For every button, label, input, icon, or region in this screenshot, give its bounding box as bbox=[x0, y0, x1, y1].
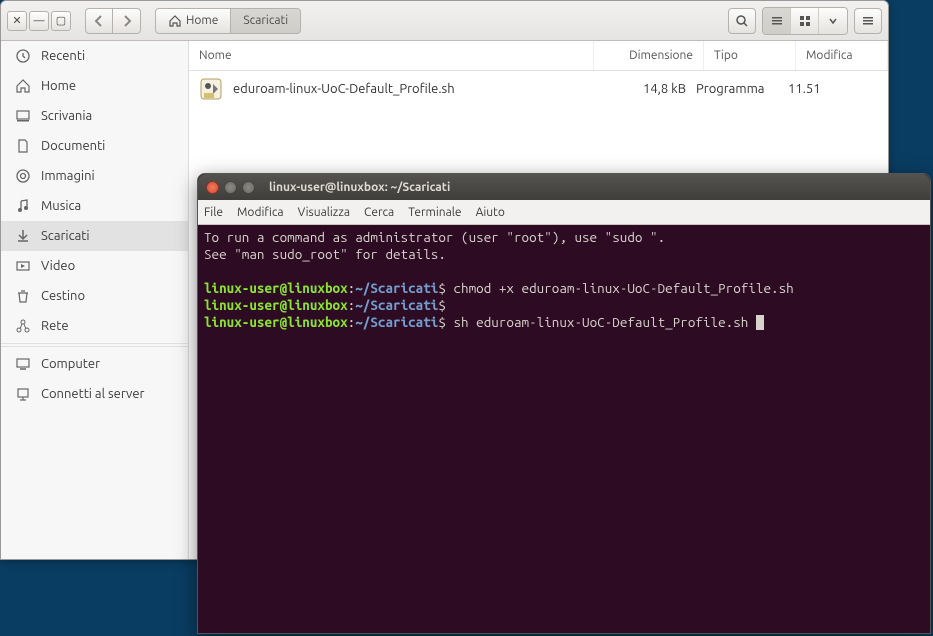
col-name[interactable]: Nome bbox=[189, 41, 594, 70]
clock-icon bbox=[15, 48, 31, 64]
sidebar-item-label: Musica bbox=[41, 199, 81, 213]
music-icon bbox=[15, 198, 31, 214]
terminal-menu-modifica[interactable]: Modifica bbox=[237, 206, 284, 219]
window-controls: ✕ — ▢ bbox=[7, 11, 71, 31]
breadcrumb-home-label: Home bbox=[186, 14, 218, 27]
close-button[interactable]: ✕ bbox=[7, 11, 27, 31]
sidebar-item-label: Scaricati bbox=[41, 229, 90, 243]
sidebar-item-download[interactable]: Scaricati bbox=[1, 221, 188, 251]
home-icon bbox=[168, 14, 182, 28]
file-type: Programma bbox=[696, 82, 788, 96]
sidebar-item-doc[interactable]: Documenti bbox=[1, 131, 188, 161]
forward-button[interactable] bbox=[113, 8, 141, 34]
terminal-close-button[interactable] bbox=[206, 181, 219, 194]
grid-view-button[interactable] bbox=[791, 8, 819, 34]
view-switcher bbox=[762, 7, 848, 35]
sidebar-item-label: Documenti bbox=[41, 139, 105, 153]
terminal-minimize-button[interactable] bbox=[224, 181, 237, 194]
sidebar-item-label: Home bbox=[41, 79, 76, 93]
column-headers: Nome Dimensione Tipo Modifica bbox=[189, 41, 888, 71]
sidebar-item-home[interactable]: Home bbox=[1, 71, 188, 101]
terminal-window: linux-user@linuxbox: ~/Scaricati File Mod… bbox=[197, 173, 931, 634]
download-icon bbox=[15, 228, 31, 244]
file-name: eduroam-linux-UoC-Default_Profile.sh bbox=[233, 82, 586, 96]
file-modified: 11.51 bbox=[788, 82, 880, 96]
breadcrumb-current[interactable]: Scaricati bbox=[231, 8, 301, 34]
minimize-button[interactable]: — bbox=[29, 11, 49, 31]
terminal-menu-visualizza[interactable]: Visualizza bbox=[298, 206, 350, 219]
script-icon bbox=[197, 75, 225, 103]
breadcrumb: Home Scaricati bbox=[155, 8, 301, 34]
terminal-titlebar[interactable]: linux-user@linuxbox: ~/Scaricati bbox=[198, 174, 930, 200]
server-icon bbox=[15, 386, 31, 402]
sidebar-item-label: Scrivania bbox=[41, 109, 92, 123]
terminal-title: linux-user@linuxbox: ~/Scaricati bbox=[269, 181, 450, 194]
sidebar-item-label: Rete bbox=[41, 319, 69, 333]
breadcrumb-current-label: Scaricati bbox=[243, 14, 288, 27]
sidebar-item-label: Video bbox=[41, 259, 75, 273]
list-view-button[interactable] bbox=[763, 8, 791, 34]
sidebar-item-network[interactable]: Rete bbox=[1, 311, 188, 341]
breadcrumb-home[interactable]: Home bbox=[155, 8, 231, 34]
computer-icon bbox=[15, 356, 31, 372]
sidebar-item-server[interactable]: Connetti al server bbox=[1, 379, 188, 409]
home-icon bbox=[15, 78, 31, 94]
terminal-window-controls bbox=[206, 181, 255, 194]
doc-icon bbox=[15, 138, 31, 154]
sidebar-item-image[interactable]: Immagini bbox=[1, 161, 188, 191]
menu-button[interactable] bbox=[854, 8, 882, 34]
sidebar-item-computer[interactable]: Computer bbox=[1, 349, 188, 379]
terminal-menu-terminale[interactable]: Terminale bbox=[408, 206, 461, 219]
file-size: 14,8 kB bbox=[586, 82, 696, 96]
video-icon bbox=[15, 258, 31, 274]
terminal-maximize-button[interactable] bbox=[242, 181, 255, 194]
sidebar-item-label: Connetti al server bbox=[41, 387, 144, 401]
sidebar-item-label: Recenti bbox=[41, 49, 85, 63]
view-dropdown-button[interactable] bbox=[819, 8, 847, 34]
toolbar: ✕ — ▢ Home Scaricati bbox=[1, 1, 888, 41]
trash-icon bbox=[15, 288, 31, 304]
terminal-menu-file[interactable]: File bbox=[204, 206, 223, 219]
terminal-body[interactable]: To run a command as administrator (user … bbox=[198, 225, 930, 633]
col-type[interactable]: Tipo bbox=[704, 41, 796, 70]
sidebar-item-label: Cestino bbox=[41, 289, 85, 303]
network-icon bbox=[15, 318, 31, 334]
sidebar-item-label: Immagini bbox=[41, 169, 95, 183]
nav-group bbox=[85, 8, 141, 34]
image-icon bbox=[15, 168, 31, 184]
col-modified[interactable]: Modifica bbox=[796, 41, 888, 70]
file-row[interactable]: eduroam-linux-UoC-Default_Profile.sh 14,… bbox=[189, 71, 888, 107]
search-button[interactable] bbox=[728, 8, 756, 34]
sidebar-item-trash[interactable]: Cestino bbox=[1, 281, 188, 311]
sidebar: Recenti Home Scrivania Documenti Immagini Mus… bbox=[1, 41, 189, 559]
terminal-menu-cerca[interactable]: Cerca bbox=[364, 206, 394, 219]
back-button[interactable] bbox=[85, 8, 113, 34]
sidebar-item-label: Computer bbox=[41, 357, 100, 371]
maximize-button[interactable]: ▢ bbox=[51, 11, 71, 31]
sidebar-item-video[interactable]: Video bbox=[1, 251, 188, 281]
col-size[interactable]: Dimensione bbox=[594, 41, 704, 70]
terminal-menu-aiuto[interactable]: Aiuto bbox=[476, 206, 505, 219]
terminal-menubar: File Modifica Visualizza Cerca Terminale Aiut… bbox=[198, 200, 930, 225]
desktop-icon bbox=[15, 108, 31, 124]
sidebar-item-desktop[interactable]: Scrivania bbox=[1, 101, 188, 131]
sidebar-item-music[interactable]: Musica bbox=[1, 191, 188, 221]
sidebar-item-clock[interactable]: Recenti bbox=[1, 41, 188, 71]
